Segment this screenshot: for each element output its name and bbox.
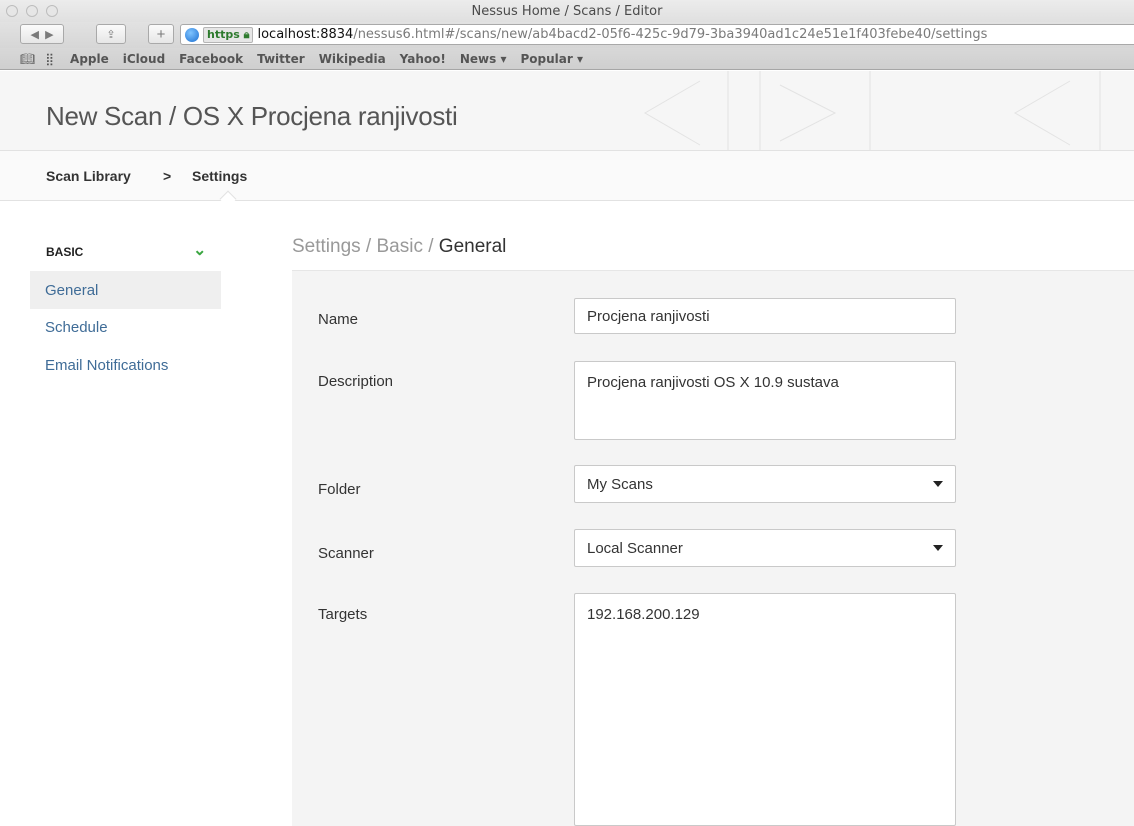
chevron-down-icon[interactable]: ⌄ bbox=[193, 240, 206, 260]
bookmark-popular-menu[interactable]: Popular ▾ bbox=[521, 52, 584, 66]
name-label: Name bbox=[318, 311, 359, 328]
forward-arrow-icon[interactable]: ▶ bbox=[45, 28, 53, 41]
window-titlebar: Nessus Home / Scans / Editor bbox=[0, 0, 1134, 22]
sidebar-item-general[interactable]: General bbox=[30, 271, 221, 309]
address-bar[interactable]: https 🔒︎ localhost:8834/nessus6.html#/sc… bbox=[180, 24, 1134, 45]
bookmark-wikipedia[interactable]: Wikipedia bbox=[319, 52, 386, 66]
folder-select[interactable]: My Scans bbox=[574, 465, 956, 503]
sidebar-item-label: Schedule bbox=[45, 318, 108, 336]
new-tab-button[interactable]: + bbox=[148, 24, 174, 44]
back-arrow-icon[interactable]: ◀ bbox=[30, 28, 38, 41]
breadcrumb: Scan Library > Settings bbox=[0, 151, 1134, 201]
description-field[interactable]: Procjena ranjivosti OS X 10.9 sustava bbox=[574, 361, 956, 440]
reading-list-icon[interactable]: 📖︎ bbox=[20, 52, 35, 66]
bookmarks-bar: 📖︎ ⣿ Apple iCloud Facebook Twitter Wikip… bbox=[0, 48, 1134, 70]
targets-label: Targets bbox=[318, 606, 368, 623]
bookmark-icloud[interactable]: iCloud bbox=[123, 52, 165, 66]
plus-icon: + bbox=[156, 25, 166, 43]
url-host: localhost:8834 bbox=[257, 27, 354, 42]
scanner-select-value: Local Scanner bbox=[587, 539, 683, 557]
bookmark-yahoo[interactable]: Yahoo! bbox=[400, 52, 446, 66]
folder-select-value: My Scans bbox=[587, 475, 653, 493]
caret-down-icon bbox=[933, 545, 943, 551]
browser-toolbar: ◀ ▶ ⇪ + https 🔒︎ localhost:8834/nessus6.… bbox=[0, 22, 1134, 48]
breadcrumb-separator: > bbox=[163, 168, 172, 184]
targets-field[interactable]: 192.168.200.129 bbox=[574, 593, 956, 826]
sidebar-item-schedule[interactable]: Schedule bbox=[30, 308, 221, 346]
top-sites-grid-icon[interactable]: ⣿ bbox=[45, 52, 54, 66]
caret-down-icon bbox=[933, 481, 943, 487]
description-label: Description bbox=[318, 373, 394, 390]
sidebar-item-label: Email Notifications bbox=[45, 356, 169, 374]
url-path: /nessus6.html#/scans/new/ab4bacd2-05f6-4… bbox=[353, 27, 988, 42]
breadcrumb-scan-library[interactable]: Scan Library bbox=[46, 168, 131, 184]
sidebar-section-basic[interactable]: BASIC bbox=[46, 245, 83, 259]
page-header: New Scan / OS X Procjena ranjivosti bbox=[0, 71, 1134, 151]
lock-icon: 🔒︎ bbox=[243, 27, 250, 41]
sidebar-item-email-notifications[interactable]: Email Notifications bbox=[30, 346, 221, 384]
sidebar-item-label: General bbox=[45, 281, 99, 299]
page-title: New Scan / OS X Procjena ranjivosti bbox=[46, 101, 458, 131]
back-forward-buttons[interactable]: ◀ ▶ bbox=[20, 24, 64, 44]
bookmark-twitter[interactable]: Twitter bbox=[257, 52, 305, 66]
folder-label: Folder bbox=[318, 481, 361, 498]
share-button[interactable]: ⇪ bbox=[96, 24, 126, 44]
bookmark-news-menu[interactable]: News ▾ bbox=[460, 52, 507, 66]
globe-icon bbox=[185, 27, 199, 42]
bookmark-apple[interactable]: Apple bbox=[70, 52, 109, 66]
window-title: Nessus Home / Scans / Editor bbox=[471, 4, 663, 19]
share-icon: ⇪ bbox=[106, 28, 116, 41]
content-breadcrumb-path: Settings / Basic / bbox=[292, 236, 439, 257]
https-badge: https 🔒︎ bbox=[203, 26, 254, 43]
content-breadcrumb-current: General bbox=[438, 236, 507, 257]
scanner-label: Scanner bbox=[318, 545, 374, 562]
bookmark-facebook[interactable]: Facebook bbox=[179, 52, 243, 66]
name-field[interactable] bbox=[574, 298, 956, 334]
breadcrumb-settings: Settings bbox=[192, 168, 248, 184]
content-breadcrumb: Settings / Basic / General bbox=[292, 236, 506, 258]
scanner-select[interactable]: Local Scanner bbox=[574, 529, 956, 567]
